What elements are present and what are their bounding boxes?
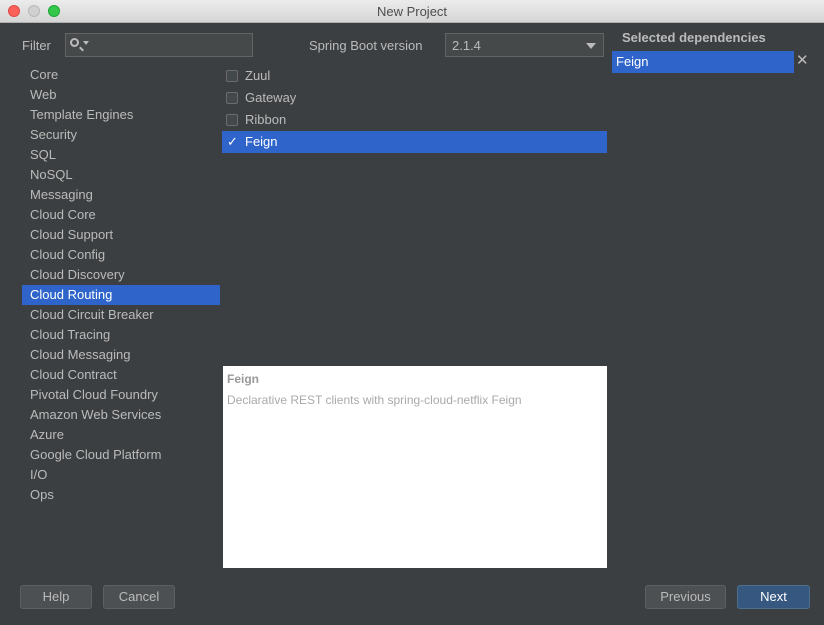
next-button[interactable]: Next — [737, 585, 810, 609]
category-item[interactable]: Amazon Web Services — [22, 405, 220, 425]
category-item[interactable]: Template Engines — [22, 105, 220, 125]
category-item[interactable]: Cloud Tracing — [22, 325, 220, 345]
category-item[interactable]: Cloud Core — [22, 205, 220, 225]
selected-dependency-item[interactable]: Feign — [612, 51, 794, 73]
category-item[interactable]: Cloud Messaging — [22, 345, 220, 365]
category-item[interactable]: Cloud Discovery — [22, 265, 220, 285]
dependency-checkbox[interactable]: ✓ — [226, 134, 238, 149]
dependency-label: Ribbon — [245, 112, 287, 127]
search-options-caret-icon[interactable] — [83, 41, 89, 45]
dependency-label: Zuul — [245, 68, 271, 83]
previous-button[interactable]: Previous — [645, 585, 726, 609]
dependency-label: Gateway — [245, 90, 297, 105]
remove-dependency-icon[interactable]: ✕ — [796, 53, 809, 69]
category-list: Core Web Template Engines Security SQL NoSQL M… — [22, 65, 220, 505]
dependency-item[interactable]: Ribbon — [222, 109, 607, 131]
title-bar: New Project — [0, 0, 824, 23]
category-item[interactable]: SQL — [22, 145, 220, 165]
help-button[interactable]: Help — [20, 585, 92, 609]
selected-dependencies-header: Selected dependencies — [622, 30, 766, 45]
filter-field[interactable] — [65, 33, 253, 57]
chevron-down-icon[interactable] — [586, 43, 596, 49]
dependency-label: Feign — [245, 134, 278, 149]
check-icon: ✓ — [227, 134, 238, 149]
dependency-checkbox[interactable] — [226, 114, 238, 126]
filter-label: Filter — [22, 38, 51, 53]
category-item[interactable]: Cloud Config — [22, 245, 220, 265]
dependency-item[interactable]: Zuul — [222, 65, 607, 87]
dependency-checkbox[interactable] — [226, 92, 238, 104]
category-item[interactable]: Web — [22, 85, 220, 105]
filter-input[interactable] — [92, 36, 252, 56]
category-item[interactable]: Cloud Routing — [22, 285, 220, 305]
search-icon[interactable] — [70, 38, 79, 47]
dependency-item[interactable]: Gateway — [222, 87, 607, 109]
description-text: Declarative REST clients with spring-clo… — [227, 393, 522, 407]
dependency-item[interactable]: ✓ Feign — [222, 131, 607, 153]
category-item[interactable]: Messaging — [22, 185, 220, 205]
dependency-checkbox[interactable] — [226, 70, 238, 82]
category-item[interactable]: Security — [22, 125, 220, 145]
window-title: New Project — [376, 4, 448, 19]
cancel-button[interactable]: Cancel — [103, 585, 175, 609]
dependency-description-panel: Feign Declarative REST clients with spri… — [223, 366, 607, 568]
category-item[interactable]: Cloud Support — [22, 225, 220, 245]
category-item[interactable]: Pivotal Cloud Foundry — [22, 385, 220, 405]
category-item[interactable]: I/O — [22, 465, 220, 485]
category-item[interactable]: Core — [22, 65, 220, 85]
category-item[interactable]: NoSQL — [22, 165, 220, 185]
spring-boot-version-value: 2.1.4 — [452, 38, 481, 53]
category-item[interactable]: Ops — [22, 485, 220, 505]
dependency-list: Zuul Gateway Ribbon ✓ Feign — [222, 65, 607, 153]
category-item[interactable]: Cloud Circuit Breaker — [22, 305, 220, 325]
description-title: Feign — [227, 372, 259, 386]
spring-boot-version-label: Spring Boot version — [309, 38, 423, 53]
category-item[interactable]: Google Cloud Platform — [22, 445, 220, 465]
spring-boot-version-select[interactable]: 2.1.4 — [445, 33, 604, 57]
category-item[interactable]: Azure — [22, 425, 220, 445]
category-item[interactable]: Cloud Contract — [22, 365, 220, 385]
